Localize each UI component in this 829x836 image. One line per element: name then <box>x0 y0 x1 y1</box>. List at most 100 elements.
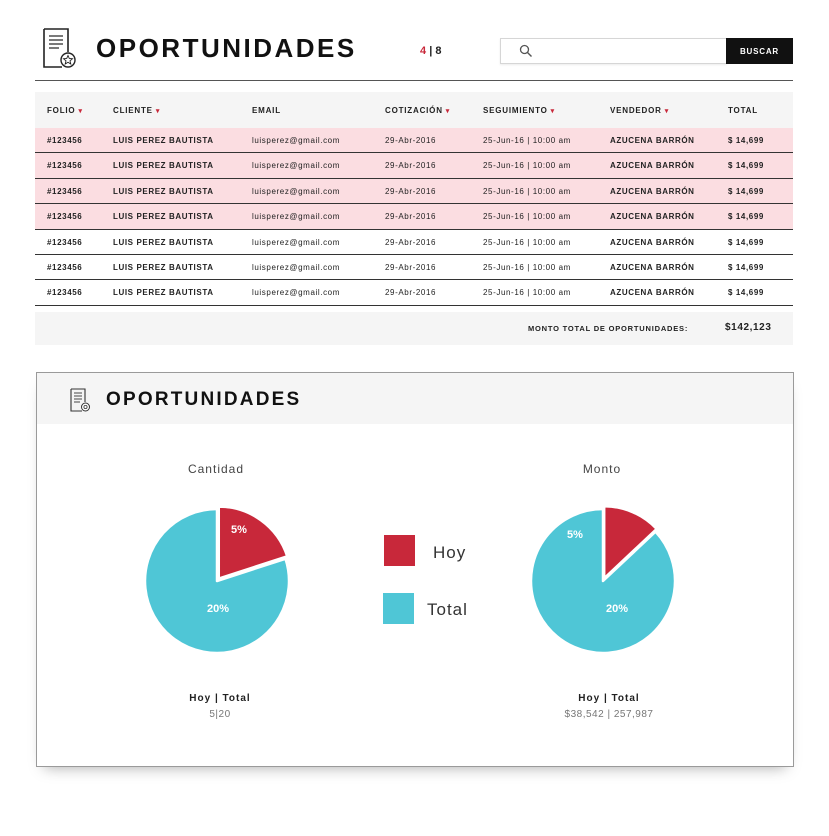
cell-cliente: LUIS PEREZ BAUTISTA <box>113 186 214 196</box>
column-header-cotizacion[interactable]: COTIZACIÓN ▾ <box>385 106 450 115</box>
table-row[interactable]: #123456 LUIS PEREZ BAUTISTA luisperez@gmai… <box>35 204 793 230</box>
cell-total: $ 14,699 <box>728 262 764 272</box>
column-header-email: EMAIL <box>252 106 281 115</box>
cell-seguimiento: 25-Jun-16 | 10:00 am <box>483 136 571 145</box>
total-value: $142,123 <box>725 322 772 333</box>
cell-cliente: LUIS PEREZ BAUTISTA <box>113 136 214 145</box>
cell-vendedor: AZUCENA BARRÓN <box>610 136 695 145</box>
cell-folio: #123456 <box>47 237 83 247</box>
page-current[interactable]: 4 <box>420 45 426 57</box>
pie-title-cantidad: Cantidad <box>187 462 245 476</box>
page-total[interactable]: 8 <box>435 45 441 57</box>
search-icon <box>519 44 532 57</box>
cell-cliente: LUIS PEREZ BAUTISTA <box>113 212 214 222</box>
cell-folio: #123456 <box>47 288 83 298</box>
cell-vendedor: AZUCENA BARRÓN <box>610 186 695 196</box>
cell-seguimiento: 25-Jun-16 | 10:00 am <box>483 186 571 196</box>
cell-email[interactable]: luisperez@gmail.com <box>252 136 340 145</box>
table-total-bar: MONTO TOTAL DE OPORTUNIDADES: $142,123 <box>35 312 793 345</box>
cell-cotizacion: 29-Abr-2016 <box>385 262 437 272</box>
cell-cotizacion: 29-Abr-2016 <box>385 288 437 298</box>
column-header-label: SEGUIMIENTO <box>483 106 548 115</box>
cell-email[interactable]: luisperez@gmail.com <box>252 212 340 221</box>
cell-total: $ 14,699 <box>728 212 764 222</box>
sort-caret-icon[interactable]: ▾ <box>446 108 450 115</box>
header-divider <box>35 80 793 81</box>
sort-caret-icon[interactable]: ▾ <box>665 108 669 115</box>
column-header-label: VENDEDOR <box>610 106 662 115</box>
cell-vendedor: AZUCENA BARRÓN <box>610 237 695 247</box>
table-row[interactable]: #123456 LUIS PEREZ BAUTISTA luisperez@gmai… <box>35 230 793 255</box>
table-row[interactable]: #123456 LUIS PEREZ BAUTISTA luisperez@gmai… <box>35 280 793 306</box>
summary-label-cantidad: Hoy | Total <box>189 693 251 704</box>
pie-label-total: 20% <box>207 603 229 615</box>
cell-vendedor: AZUCENA BARRÓN <box>610 212 695 222</box>
column-header-total: TOTAL <box>728 106 758 115</box>
total-label: MONTO TOTAL DE OPORTUNIDADES: <box>528 324 689 333</box>
cell-email[interactable]: luisperez@gmail.com <box>252 187 340 196</box>
sort-caret-icon[interactable]: ▾ <box>551 108 555 115</box>
pie-chart-cantidad: 5% 20% <box>143 505 291 655</box>
column-header-label: FOLIO <box>47 106 76 115</box>
table-row[interactable]: #123456 LUIS PEREZ BAUTISTA luisperez@gmai… <box>35 128 793 154</box>
document-icon <box>43 28 76 68</box>
page-title: OPORTUNIDADES <box>96 33 357 63</box>
cell-email[interactable]: luisperez@gmail.com <box>252 263 340 272</box>
cell-email[interactable]: luisperez@gmail.com <box>252 238 340 247</box>
search-box[interactable] <box>500 38 727 64</box>
table-row[interactable]: #123456 LUIS PEREZ BAUTISTA luisperez@gmai… <box>35 178 793 205</box>
document-icon <box>70 388 90 412</box>
pie-chart-monto: 5% 20% <box>529 504 677 655</box>
sort-caret-icon[interactable]: ▾ <box>78 108 82 115</box>
cell-total: $ 14,699 <box>728 136 764 145</box>
cell-cliente: LUIS PEREZ BAUTISTA <box>113 237 214 247</box>
column-header-cliente[interactable]: CLIENTE ▾ <box>113 106 160 115</box>
opportunities-table: FOLIO ▾ CLIENTE ▾ EMAIL COTIZACIÓN ▾ SEGUIMIENT… <box>35 92 793 306</box>
summary-value-monto: $38,542 | 257,987 <box>564 709 654 720</box>
cell-cotizacion: 29-Abr-2016 <box>385 136 437 145</box>
cell-cliente: LUIS PEREZ BAUTISTA <box>113 288 214 298</box>
pie-label-hoy: 5% <box>231 524 247 536</box>
cell-folio: #123456 <box>47 161 83 171</box>
cell-seguimiento: 25-Jun-16 | 10:00 am <box>483 212 571 222</box>
column-header-vendedor[interactable]: VENDEDOR ▾ <box>610 106 669 115</box>
summary-label-monto: Hoy | Total <box>578 693 640 704</box>
cell-folio: #123456 <box>47 136 83 145</box>
cell-email[interactable]: luisperez@gmail.com <box>252 161 340 170</box>
column-header-label: EMAIL <box>252 106 281 115</box>
cell-seguimiento: 25-Jun-16 | 10:00 am <box>483 237 571 247</box>
legend-swatch-total <box>383 593 414 624</box>
cell-cotizacion: 29-Abr-2016 <box>385 212 437 222</box>
cell-folio: #123456 <box>47 212 83 222</box>
pagination[interactable]: 4 | 8 <box>420 45 441 57</box>
chart-panel-header: OPORTUNIDADES <box>37 373 793 424</box>
cell-seguimiento: 25-Jun-16 | 10:00 am <box>483 161 571 171</box>
cell-seguimiento: 25-Jun-16 | 10:00 am <box>483 288 571 298</box>
page-separator: | <box>429 45 433 57</box>
search-button[interactable]: BUSCAR <box>726 38 793 64</box>
table-row[interactable]: #123456 LUIS PEREZ BAUTISTA luisperez@gmai… <box>35 255 793 281</box>
cell-vendedor: AZUCENA BARRÓN <box>610 161 695 171</box>
cell-cotizacion: 29-Abr-2016 <box>385 237 437 247</box>
cell-total: $ 14,699 <box>728 288 764 298</box>
search-input[interactable] <box>535 42 725 62</box>
cell-cliente: LUIS PEREZ BAUTISTA <box>113 262 214 272</box>
sort-caret-icon[interactable]: ▾ <box>156 108 160 115</box>
column-header-seguimiento[interactable]: SEGUIMIENTO ▾ <box>483 106 555 115</box>
chart-panel: OPORTUNIDADES Cantidad 5% 20% Hoy Total M… <box>36 372 794 767</box>
chart-panel-title: OPORTUNIDADES <box>106 389 302 410</box>
column-header-label: CLIENTE <box>113 106 153 115</box>
cell-total: $ 14,699 <box>728 161 764 171</box>
cell-total: $ 14,699 <box>728 237 764 247</box>
pie-label-total: 20% <box>606 603 628 615</box>
column-header-folio[interactable]: FOLIO ▾ <box>47 106 83 115</box>
cell-vendedor: AZUCENA BARRÓN <box>610 288 695 298</box>
summary-value-cantidad: 5|20 <box>209 709 231 720</box>
table-header: FOLIO ▾ CLIENTE ▾ EMAIL COTIZACIÓN ▾ SEGUIMIENT… <box>35 92 793 128</box>
pie-title-monto: Monto <box>582 462 622 476</box>
cell-email[interactable]: luisperez@gmail.com <box>252 288 340 297</box>
cell-cotizacion: 29-Abr-2016 <box>385 161 437 171</box>
column-header-label: COTIZACIÓN <box>385 106 443 115</box>
legend-label-hoy: Hoy <box>433 543 467 562</box>
table-row[interactable]: #123456 LUIS PEREZ BAUTISTA luisperez@gmai… <box>35 153 793 179</box>
